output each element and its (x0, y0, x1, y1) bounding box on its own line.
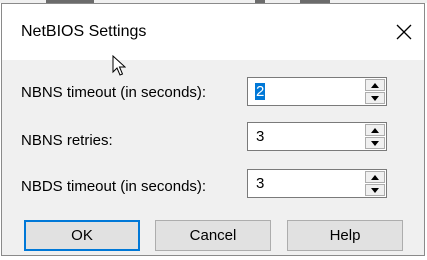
nbds-timeout-up-button[interactable] (365, 171, 385, 183)
arrow-down-icon (371, 95, 379, 101)
nbns-timeout-spin-buttons (365, 79, 385, 104)
nbds-timeout-label: NBDS timeout (in seconds): (21, 178, 207, 195)
nbds-timeout-spin-buttons (365, 171, 385, 196)
arrow-up-icon (371, 174, 379, 180)
nbns-timeout-down-button[interactable] (365, 92, 385, 104)
nbns-retries-label: NBNS retries: (21, 132, 113, 149)
dialog-title: NetBIOS Settings (21, 23, 147, 40)
netbios-settings-dialog: NetBIOS Settings NBNS timeout (in second… (1, 3, 425, 256)
nbds-timeout-down-button[interactable] (365, 184, 385, 196)
close-icon (396, 24, 412, 40)
nbns-retries-value[interactable]: 3 (256, 128, 264, 145)
mouse-pointer-icon (112, 54, 127, 82)
title-bar: NetBIOS Settings (2, 4, 424, 60)
nbns-timeout-spinner[interactable]: 2 (247, 77, 387, 106)
arrow-down-icon (371, 187, 379, 193)
ok-button[interactable]: OK (24, 220, 140, 251)
nbns-timeout-label: NBNS timeout (in seconds): (21, 84, 207, 101)
nbns-retries-spinner[interactable]: 3 (247, 122, 387, 151)
nbns-retries-up-button[interactable] (365, 124, 385, 136)
nbns-timeout-value[interactable]: 2 (255, 83, 266, 100)
arrow-up-icon (371, 127, 379, 133)
arrow-down-icon (371, 140, 379, 146)
nbns-retries-down-button[interactable] (365, 137, 385, 149)
nbns-retries-spin-buttons (365, 124, 385, 149)
close-button[interactable] (382, 12, 426, 52)
nbds-timeout-value[interactable]: 3 (256, 175, 264, 192)
nbns-timeout-up-button[interactable] (365, 79, 385, 91)
arrow-up-icon (371, 82, 379, 88)
help-button[interactable]: Help (287, 220, 403, 251)
cancel-button[interactable]: Cancel (155, 220, 271, 251)
nbds-timeout-spinner[interactable]: 3 (247, 169, 387, 198)
